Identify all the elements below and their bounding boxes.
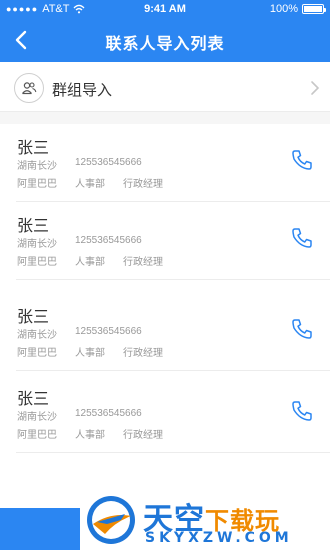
contact-location: 湖南长沙 bbox=[17, 161, 57, 172]
group-import-label: 群组导入 bbox=[52, 82, 113, 99]
phone-icon[interactable] bbox=[290, 226, 314, 250]
battery-icon bbox=[302, 4, 326, 14]
chevron-right-icon bbox=[311, 81, 320, 95]
contact-phone: 125536545666 bbox=[75, 326, 142, 337]
contact-name: 张三 bbox=[17, 218, 50, 235]
contact-job-title: 行政经理 bbox=[123, 430, 163, 441]
contact-job-title: 行政经理 bbox=[123, 257, 163, 268]
contact-name: 张三 bbox=[17, 140, 50, 157]
contact-location: 湖南长沙 bbox=[17, 412, 57, 423]
contact-row[interactable]: 张三 湖南长沙 125536545666 阿里巴巴 人事部 行政经理 bbox=[0, 124, 330, 202]
contact-job-title: 行政经理 bbox=[123, 179, 163, 190]
page-title: 联系人导入列表 bbox=[105, 36, 225, 53]
contact-company: 阿里巴巴 bbox=[17, 257, 57, 268]
contact-location: 湖南长沙 bbox=[17, 330, 57, 341]
contact-row[interactable]: 张三 湖南长沙 125536545666 阿里巴巴 人事部 行政经理 bbox=[0, 202, 330, 280]
contact-meta-line-2: 阿里巴巴 人事部 行政经理 bbox=[17, 426, 163, 441]
group-icon bbox=[14, 73, 44, 103]
contact-meta-line-2: 阿里巴巴 人事部 行政经理 bbox=[17, 344, 163, 359]
watermark: 天空下载玩 SKYXZW.COM bbox=[85, 490, 330, 550]
contact-meta-line-1: 湖南长沙 125536545666 bbox=[17, 408, 142, 423]
contact-meta-line-1: 湖南长沙 125536545666 bbox=[17, 326, 142, 341]
status-bar: ●●●●● AT&T 9:41 AM 100% bbox=[0, 0, 330, 18]
watermark-logo-icon bbox=[87, 496, 135, 544]
contact-phone: 125536545666 bbox=[75, 408, 142, 419]
contact-department: 人事部 bbox=[75, 257, 105, 268]
section-separator bbox=[0, 112, 330, 124]
contact-company: 阿里巴巴 bbox=[17, 348, 57, 359]
contact-meta-line-1: 湖南长沙 125536545666 bbox=[17, 235, 142, 250]
contact-name: 张三 bbox=[17, 309, 50, 326]
contact-location: 湖南长沙 bbox=[17, 239, 57, 250]
phone-icon[interactable] bbox=[290, 399, 314, 423]
row-divider bbox=[16, 279, 330, 280]
row-divider bbox=[16, 452, 330, 453]
contact-meta-line-2: 阿里巴巴 人事部 行政经理 bbox=[17, 175, 163, 190]
contact-department: 人事部 bbox=[75, 179, 105, 190]
contact-row[interactable]: 张三 湖南长沙 125536545666 阿里巴巴 人事部 行政经理 bbox=[0, 293, 330, 371]
phone-icon[interactable] bbox=[290, 148, 314, 172]
status-right: 100% bbox=[269, 3, 326, 15]
contact-phone: 125536545666 bbox=[75, 157, 142, 168]
contact-phone: 125536545666 bbox=[75, 235, 142, 246]
group-import-row[interactable]: 群组导入 bbox=[0, 66, 330, 112]
top-bar: ●●●●● AT&T 9:41 AM 100% 联系人导入列表 bbox=[0, 0, 330, 62]
contact-department: 人事部 bbox=[75, 348, 105, 359]
contact-department: 人事部 bbox=[75, 430, 105, 441]
contact-company: 阿里巴巴 bbox=[17, 179, 57, 190]
nav-bar: 联系人导入列表 bbox=[0, 20, 330, 60]
bottom-action-bar[interactable] bbox=[0, 508, 80, 550]
contact-meta-line-2: 阿里巴巴 人事部 行政经理 bbox=[17, 253, 163, 268]
contact-row[interactable]: 张三 湖南长沙 125536545666 阿里巴巴 人事部 行政经理 bbox=[0, 375, 330, 453]
contact-company: 阿里巴巴 bbox=[17, 430, 57, 441]
phone-icon[interactable] bbox=[290, 317, 314, 341]
watermark-subtitle: SKYXZW.COM bbox=[145, 530, 293, 546]
contact-job-title: 行政经理 bbox=[123, 348, 163, 359]
row-divider bbox=[16, 370, 330, 371]
contact-name: 张三 bbox=[17, 391, 50, 408]
contact-meta-line-1: 湖南长沙 125536545666 bbox=[17, 157, 142, 172]
battery-percent: 100% bbox=[269, 3, 298, 15]
